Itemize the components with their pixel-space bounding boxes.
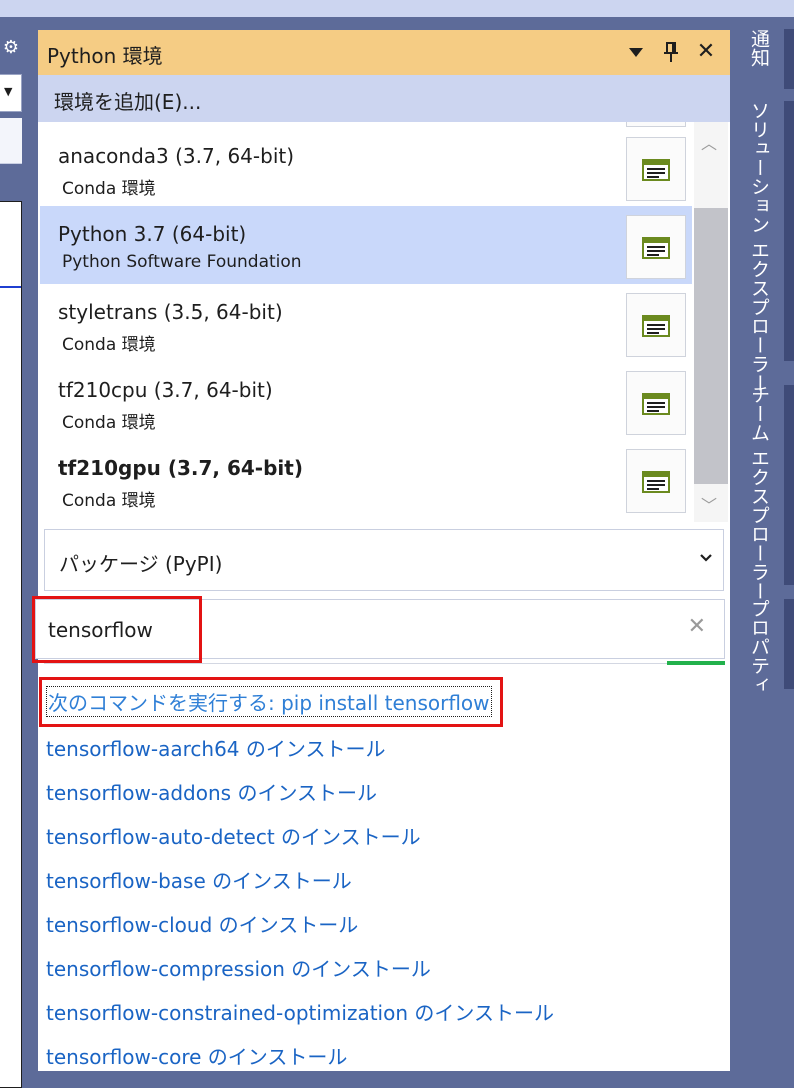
left-document-area[interactable] — [0, 201, 22, 1088]
environment-list-scrollbar[interactable]: ︿ ﹀ — [694, 122, 728, 522]
left-combo[interactable]: ▼ — [0, 74, 22, 112]
env-overview-button[interactable] — [626, 293, 686, 357]
search-progress-track — [44, 663, 667, 664]
gear-icon[interactable]: ⚙ — [0, 37, 22, 59]
result-item[interactable]: tensorflow-base のインストール — [46, 865, 352, 894]
title-bar: Python 環境 ✕ — [38, 30, 730, 75]
clear-search-icon[interactable]: ✕ — [688, 614, 706, 639]
result-item[interactable]: tensorflow-auto-detect のインストール — [46, 821, 421, 850]
tab-edge — [784, 29, 794, 89]
package-source-value: パッケージ (PyPI) — [59, 552, 223, 576]
environment-overview-icon — [642, 393, 670, 415]
env-name: tf210gpu (3.7, 64-bit) — [58, 456, 303, 480]
tab-edge — [784, 385, 794, 585]
dropdown-triangle-icon[interactable] — [623, 38, 649, 66]
tab-notifications[interactable]: 通知 — [742, 29, 776, 67]
env-item-tf210cpu[interactable]: tf210cpu (3.7, 64-bit) Conda 環境 — [40, 362, 692, 440]
env-name: Python 3.7 (64-bit) — [58, 222, 247, 246]
python-environments-window: Python 環境 ✕ 環境を追加(E)... anaconda3 (3.7, … — [32, 30, 730, 1071]
env-subtitle: Conda 環境 — [62, 179, 156, 199]
environment-overview-icon — [642, 471, 670, 493]
search-highlight-box — [32, 596, 202, 663]
result-item[interactable]: tensorflow-core のインストール — [46, 1041, 347, 1070]
chevron-down-icon: ▼ — [4, 85, 13, 98]
tab-properties[interactable]: プロパティ — [742, 599, 776, 694]
tab-solution-explorer[interactable]: ソリューション エクスプローラー — [742, 101, 776, 392]
env-item-python37[interactable]: Python 3.7 (64-bit) Python Software Foun… — [40, 206, 692, 284]
env-overview-button[interactable] — [626, 371, 686, 435]
package-source-dropdown[interactable]: パッケージ (PyPI) — [44, 529, 724, 591]
chevron-down-icon — [699, 548, 713, 567]
pin-icon[interactable] — [658, 38, 684, 66]
side-tab-strip: 通知 ソリューション エクスプローラー チーム エクスプローラー プロパティ — [730, 17, 794, 1071]
env-name: anaconda3 (3.7, 64-bit) — [58, 144, 295, 168]
env-item-anaconda3[interactable]: anaconda3 (3.7, 64-bit) Conda 環境 — [40, 128, 692, 206]
result-item[interactable]: tensorflow-constrained-optimization のインス… — [46, 997, 554, 1026]
tab-team-explorer[interactable]: チーム エクスプローラー — [742, 385, 776, 600]
env-overview-button[interactable] — [626, 449, 686, 513]
environments-toolbar: 環境を追加(E)... — [38, 75, 730, 122]
env-subtitle: Python Software Foundation — [62, 252, 302, 272]
env-name: tf210cpu (3.7, 64-bit) — [58, 378, 273, 402]
search-progress-indicator — [667, 661, 725, 665]
env-item-tf210gpu[interactable]: tf210gpu (3.7, 64-bit) Conda 環境 — [40, 440, 692, 518]
left-editor-pane: ⚙ ▼ — [0, 17, 22, 1088]
left-caret-line — [0, 286, 21, 288]
search-results: 次のコマンドを実行する: pip install tensorflow tens… — [38, 673, 730, 1071]
environment-overview-icon — [642, 315, 670, 337]
env-name: styletrans (3.5, 64-bit) — [58, 300, 283, 324]
env-action-button-partial[interactable] — [626, 122, 686, 127]
chevron-down-icon[interactable]: ﹀ — [701, 492, 717, 516]
result-item[interactable]: tensorflow-compression のインストール — [46, 953, 431, 982]
env-overview-button[interactable] — [626, 215, 686, 279]
environment-overview-icon — [642, 159, 670, 181]
command-highlight-box — [39, 677, 503, 727]
result-item[interactable]: tensorflow-addons のインストール — [46, 777, 377, 806]
window-title: Python 環境 — [47, 44, 163, 68]
env-subtitle: Conda 環境 — [62, 491, 156, 511]
chevron-up-icon[interactable]: ︿ — [701, 130, 717, 154]
result-item[interactable]: tensorflow-cloud のインストール — [46, 909, 358, 938]
close-icon[interactable]: ✕ — [693, 38, 719, 66]
add-environment-link[interactable]: 環境を追加(E)... — [54, 86, 201, 115]
result-item[interactable]: tensorflow-aarch64 のインストール — [46, 733, 385, 762]
left-toolbar-strip — [0, 118, 22, 164]
tab-edge — [784, 101, 794, 361]
tab-edge — [784, 599, 794, 689]
env-subtitle: Conda 環境 — [62, 413, 156, 433]
environment-list: anaconda3 (3.7, 64-bit) Conda 環境 Python … — [40, 122, 692, 522]
env-item-styletrans[interactable]: styletrans (3.5, 64-bit) Conda 環境 — [40, 284, 692, 362]
environment-overview-icon — [642, 237, 670, 259]
top-strip — [0, 0, 794, 17]
scrollbar-thumb[interactable] — [694, 208, 728, 484]
env-subtitle: Conda 環境 — [62, 335, 156, 355]
env-overview-button[interactable] — [626, 137, 686, 201]
